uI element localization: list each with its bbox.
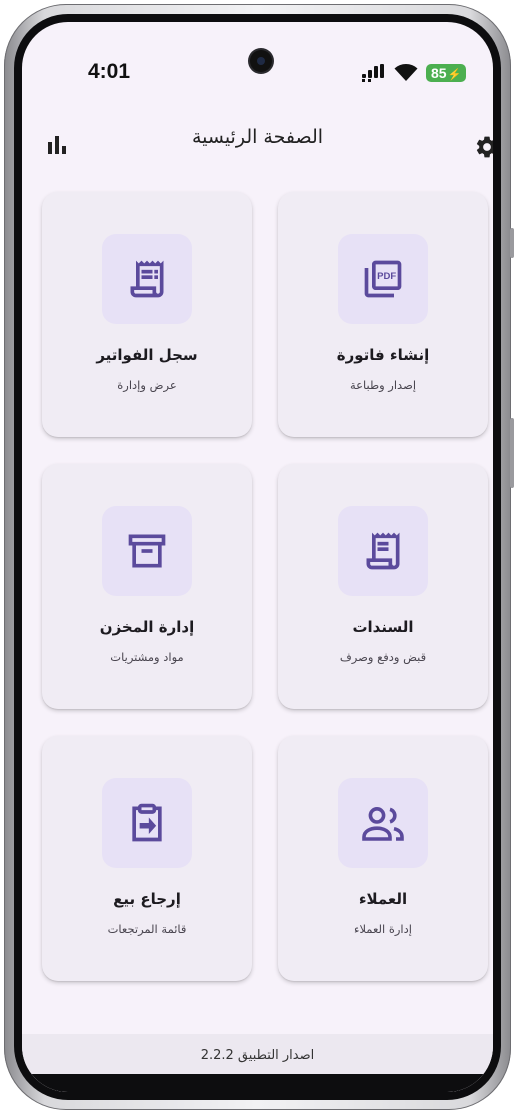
card-create-invoice[interactable]: PDF إنشاء فاتورة إصدار وطباعة xyxy=(278,192,488,437)
battery-level: 85 xyxy=(431,65,447,81)
power-button xyxy=(510,418,514,488)
card-sales-return[interactable]: إرجاع بيع قائمة المرتجعات xyxy=(42,736,252,981)
svg-text:PDF: PDF xyxy=(377,271,396,282)
icon-container xyxy=(338,506,428,596)
phone-bezel: 4:01 85⚡ الصفحة الرئيسية PDF إنشاء فاتور… xyxy=(14,14,501,1100)
screen: 4:01 85⚡ الصفحة الرئيسية PDF إنشاء فاتور… xyxy=(22,22,493,1092)
phone-frame: 4:01 85⚡ الصفحة الرئيسية PDF إنشاء فاتور… xyxy=(4,4,514,1110)
gear-icon[interactable] xyxy=(474,134,493,160)
return-icon xyxy=(132,803,162,842)
pdf-icon: PDF xyxy=(364,260,402,298)
icon-container xyxy=(338,778,428,868)
card-title: السندات xyxy=(352,618,414,636)
volume-button xyxy=(510,228,514,258)
card-title: إنشاء فاتورة xyxy=(336,346,430,364)
icon-container xyxy=(102,234,192,324)
app-version: اصدار التطبيق 2.2.2 xyxy=(200,1048,315,1063)
app-bar: الصفحة الرئيسية xyxy=(22,114,493,166)
gesture-bar xyxy=(22,1074,493,1092)
card-title: إرجاع بيع xyxy=(113,890,181,908)
status-bar: 4:01 85⚡ xyxy=(22,22,493,102)
icon-container xyxy=(102,778,192,868)
people-icon xyxy=(362,806,404,841)
icon-container xyxy=(102,506,192,596)
card-customers[interactable]: العملاء إدارة العملاء xyxy=(278,736,488,981)
archive-box-icon xyxy=(128,534,166,568)
card-title: العملاء xyxy=(358,890,408,908)
card-subtitle: قائمة المرتجعات xyxy=(107,922,187,936)
front-camera xyxy=(250,50,272,72)
card-subtitle: إدارة العملاء xyxy=(354,922,412,936)
receipt-long-icon xyxy=(130,260,164,298)
card-invoice-history[interactable]: سجل الفواتير عرض وإدارة xyxy=(42,192,252,437)
signal-icon xyxy=(362,64,384,82)
icon-container: PDF xyxy=(338,234,428,324)
card-subtitle: مواد ومشتريات xyxy=(110,650,184,664)
battery-indicator: 85⚡ xyxy=(426,64,467,82)
page-title: الصفحة الرئيسية xyxy=(191,126,324,148)
card-vouchers[interactable]: السندات قبض ودفع وصرف xyxy=(278,464,488,709)
card-title: إدارة المخزن xyxy=(99,618,195,636)
card-title: سجل الفواتير xyxy=(96,346,198,364)
receipt-icon xyxy=(366,532,400,570)
wifi-icon xyxy=(394,64,418,81)
card-subtitle: عرض وإدارة xyxy=(117,378,177,392)
status-time: 4:01 xyxy=(88,60,131,83)
card-subtitle: قبض ودفع وصرف xyxy=(339,650,427,664)
card-subtitle: إصدار وطباعة xyxy=(349,378,417,392)
card-inventory[interactable]: إدارة المخزن مواد ومشتريات xyxy=(42,464,252,709)
battery-charging-icon: ⚡ xyxy=(447,69,462,81)
